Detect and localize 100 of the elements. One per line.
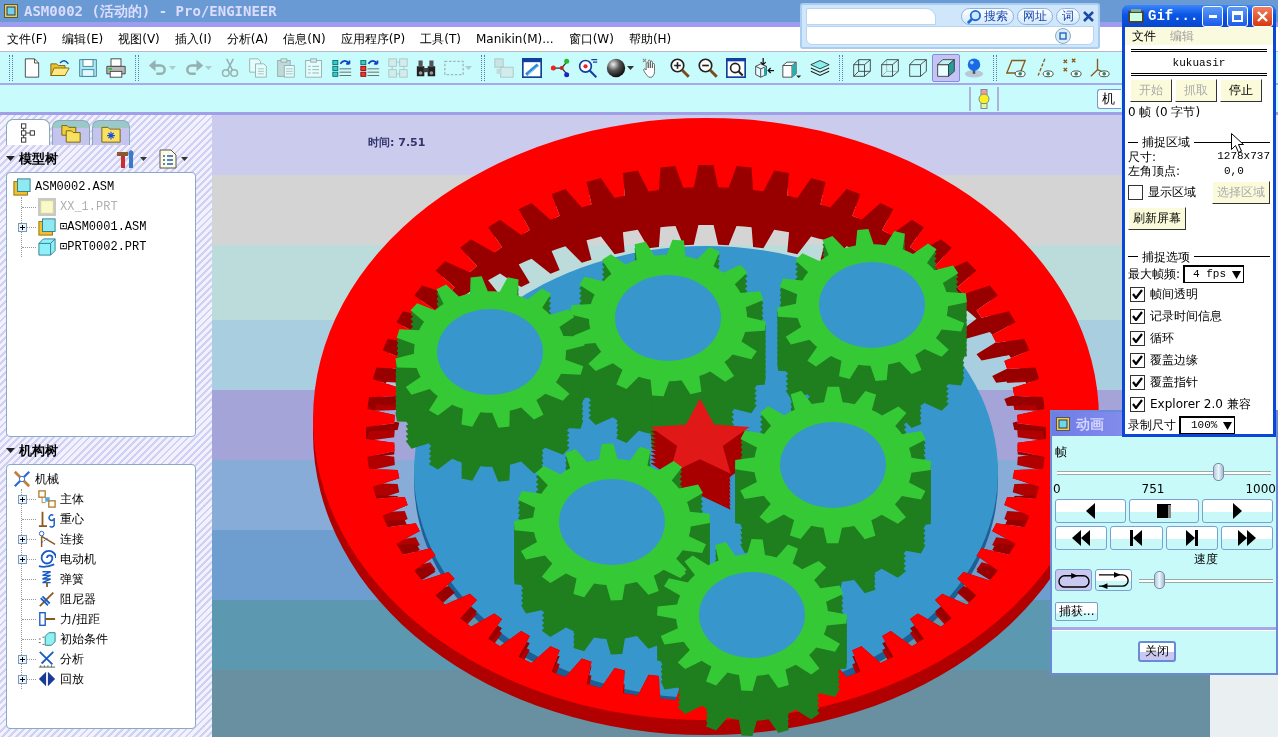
step-backward-button[interactable] (1110, 525, 1163, 550)
menu-item[interactable]: Manikin(M)... (475, 31, 554, 47)
tree-item[interactable]: ⊡PRT0002.PRT (60, 239, 147, 255)
play-backward-button[interactable] (1055, 498, 1126, 523)
layers-icon (810, 57, 830, 78)
zoom-in-icon (670, 57, 690, 78)
tree-item[interactable]: 连接 (60, 531, 84, 547)
step-forward-icon (1185, 529, 1198, 546)
app-icon (4, 4, 18, 18)
tree-item[interactable]: 重心 (60, 511, 84, 527)
checkbox-label: 记录时间信息 (1150, 308, 1222, 324)
tree-item[interactable]: 弹簧 (60, 571, 84, 587)
search-field[interactable] (806, 8, 936, 25)
maximize-icon (1232, 10, 1244, 22)
checkbox[interactable] (1130, 352, 1145, 368)
settings-list-icon[interactable] (159, 148, 177, 169)
tree-item[interactable]: 分析 (60, 651, 84, 667)
field-label: 左角顶点: (1128, 164, 1182, 179)
analysis-icon (38, 650, 56, 668)
clipboard-icon (276, 57, 296, 78)
rewind-button[interactable] (1055, 525, 1108, 550)
menu-item[interactable]: 分析(A) (226, 31, 269, 47)
magnifier-target-icon (578, 57, 598, 78)
frame-rate-dropdown[interactable]: 4 fps (1183, 265, 1245, 283)
menu-item[interactable]: 视图(V) (118, 31, 160, 47)
minimize-button[interactable] (1202, 5, 1224, 27)
stop-button[interactable] (1128, 498, 1200, 523)
navigator-tab[interactable] (92, 120, 130, 145)
close-button[interactable] (1252, 5, 1273, 27)
tree-item[interactable]: 电动机 (60, 551, 96, 567)
search-button[interactable]: 搜索 (961, 8, 1014, 25)
tools-icon[interactable] (116, 148, 136, 169)
menu-item[interactable]: 编辑(E) (62, 31, 104, 47)
collapse-caret-icon[interactable] (6, 448, 15, 453)
checkbox[interactable] (1128, 184, 1143, 200)
repeat-mode-button[interactable] (1055, 569, 1092, 592)
fast-forward-button[interactable] (1220, 525, 1273, 550)
slider-thumb[interactable] (1154, 571, 1166, 590)
recorder-button[interactable]: 停止 (1220, 79, 1262, 103)
menu-item[interactable]: 插入(I) (174, 31, 212, 47)
expand-icon[interactable] (18, 654, 27, 664)
app-icon (1128, 9, 1144, 24)
close-icon[interactable] (1083, 11, 1094, 22)
tree-item[interactable]: 初始条件 (60, 631, 108, 647)
part-icon (38, 238, 56, 256)
close-dialog-button[interactable]: 关闭 (1138, 641, 1176, 663)
menu-item[interactable]: 文件 (1132, 28, 1156, 44)
field-value: 0,0 (1224, 164, 1244, 178)
fast-forward-icon (1237, 529, 1256, 546)
time-readout: 时间: 7.51 (368, 136, 426, 150)
copy-icon (248, 57, 268, 78)
record-size-dropdown[interactable]: 100% (1179, 416, 1236, 434)
shading-button[interactable] (932, 53, 960, 82)
refresh-button[interactable]: 刷新屏幕 (1128, 206, 1186, 230)
tree-item[interactable]: 力/扭距 (60, 611, 101, 627)
tree-item[interactable]: 机械 (35, 471, 59, 487)
collapse-caret-icon[interactable] (6, 156, 15, 161)
scissors-icon (220, 57, 240, 78)
checkbox[interactable] (1130, 374, 1145, 390)
query-field[interactable] (806, 26, 1094, 45)
maximize-button[interactable] (1227, 5, 1249, 27)
slider-thumb[interactable] (1212, 463, 1224, 482)
folders-icon (61, 123, 81, 143)
checkbox[interactable] (1130, 286, 1145, 302)
dropdown-arrow-icon (1223, 421, 1233, 430)
regenerate-list-icon (360, 57, 380, 78)
bounce-mode-button[interactable] (1095, 569, 1132, 592)
menu-item[interactable]: 信息(N) (283, 31, 326, 47)
word-button[interactable]: 词 (1056, 8, 1080, 25)
tree-item[interactable]: 阻尼器 (60, 591, 96, 607)
zoom-out-icon (698, 57, 718, 78)
expand-icon[interactable] (18, 222, 27, 232)
folder-icon (50, 57, 70, 78)
expand-icon[interactable] (18, 494, 27, 504)
tree-item[interactable]: ASM0002.ASM (35, 179, 115, 195)
expand-icon[interactable] (18, 534, 27, 544)
url-button[interactable]: 网址 (1017, 8, 1053, 25)
checkbox[interactable] (1130, 396, 1145, 412)
tree-item[interactable]: 主体 (60, 491, 84, 507)
wireframe-cube-icon (852, 57, 872, 78)
navigator-tab[interactable] (6, 119, 50, 145)
step-forward-button[interactable] (1165, 525, 1218, 550)
menu-item[interactable]: 应用程序(P) (340, 31, 406, 47)
capture-button[interactable]: 捕获... (1055, 602, 1099, 622)
expand-icon[interactable] (18, 674, 27, 684)
mode-button[interactable]: 机 (1097, 88, 1121, 109)
checkbox[interactable] (1130, 330, 1145, 346)
expand-icon[interactable] (18, 554, 27, 564)
navigator-tab[interactable] (52, 120, 90, 145)
checkbox[interactable] (1130, 308, 1145, 324)
pin-sphere-icon (964, 57, 984, 78)
menu-item[interactable]: 工具(T) (420, 31, 461, 47)
tree-item[interactable]: 回放 (60, 671, 84, 687)
tree-item[interactable]: ⊡ASM0001.ASM (60, 219, 147, 235)
menu-item[interactable]: 文件(F) (7, 31, 48, 47)
mechanism-icon (13, 470, 31, 488)
menu-item[interactable]: 帮助(H) (628, 31, 672, 47)
square-in-circle-icon[interactable] (1055, 28, 1071, 44)
play-forward-button[interactable] (1202, 498, 1273, 523)
menu-item[interactable]: 窗口(W) (568, 31, 614, 47)
